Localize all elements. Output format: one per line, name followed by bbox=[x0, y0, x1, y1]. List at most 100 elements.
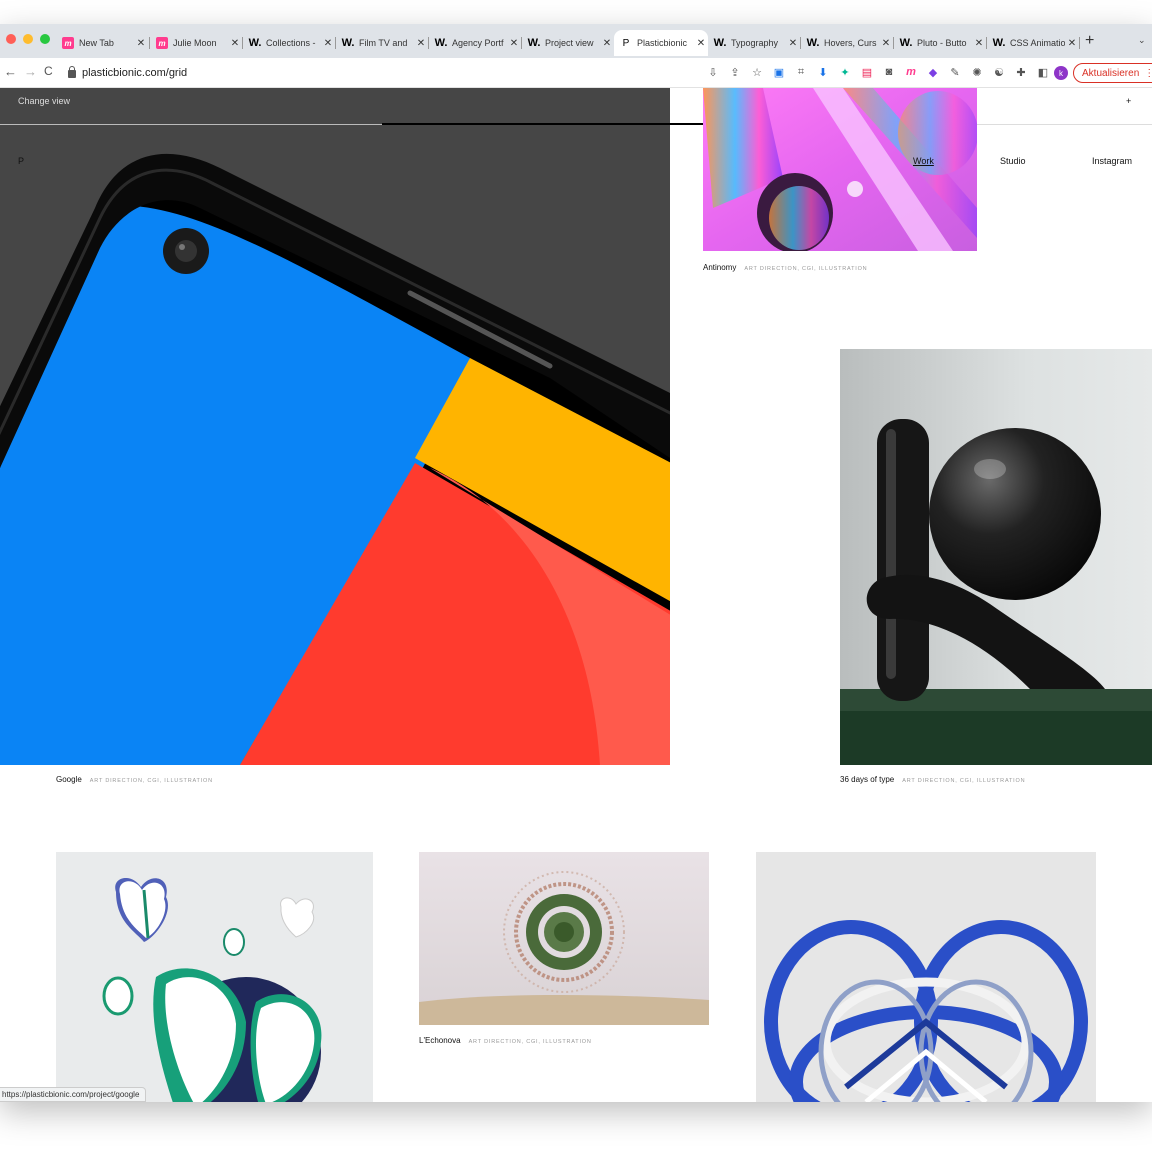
tab-label: Collections - bbox=[266, 38, 316, 48]
tab-search-chevron-icon[interactable]: ⌄ bbox=[1138, 35, 1146, 46]
tab-favicon-icon: W. bbox=[806, 37, 820, 49]
tab-new-tab[interactable]: m New Tab ✕ bbox=[56, 30, 148, 56]
tab-close-icon[interactable]: ✕ bbox=[972, 38, 986, 49]
plus-button[interactable]: + bbox=[1126, 96, 1131, 106]
maximize-window-button[interactable] bbox=[40, 34, 50, 44]
back-arrow-icon[interactable]: ← bbox=[4, 64, 17, 79]
tab-favicon-icon: W. bbox=[341, 37, 355, 49]
lechonova-illustration bbox=[419, 852, 709, 1025]
rings-illustration bbox=[756, 852, 1096, 1102]
browser-window: m New Tab ✕ m Julie Moon ✕ W. Collection… bbox=[0, 24, 1152, 1102]
window-controls bbox=[6, 34, 50, 44]
tab-favicon-icon: W. bbox=[434, 37, 448, 49]
tab-label: Project view bbox=[545, 38, 594, 48]
tab-close-icon[interactable]: ✕ bbox=[507, 38, 521, 49]
calendar-extension-icon[interactable]: ▤ bbox=[860, 65, 874, 79]
share-icon[interactable]: ⇪ bbox=[728, 65, 742, 79]
nav-studio-link[interactable]: Studio bbox=[1000, 156, 1026, 166]
tab-project-view[interactable]: W. Project view ✕ bbox=[522, 30, 614, 56]
tab-close-icon[interactable]: ✕ bbox=[321, 38, 335, 49]
forward-arrow-icon[interactable]: → bbox=[24, 64, 37, 79]
close-window-button[interactable] bbox=[6, 34, 16, 44]
project-image-butterflies[interactable] bbox=[56, 852, 373, 1102]
tab-close-icon[interactable]: ✕ bbox=[228, 38, 242, 49]
tab-label: Agency Portf bbox=[452, 38, 504, 48]
site-logo[interactable]: P bbox=[18, 156, 24, 166]
tab-label: New Tab bbox=[79, 38, 114, 48]
purple-extension-icon[interactable]: ◆ bbox=[926, 65, 940, 79]
project-caption-36-days-of-type[interactable]: 36 days of type ART DIRECTION, CGI, ILLUS… bbox=[840, 775, 1025, 784]
tab-favicon-icon: m bbox=[62, 37, 74, 49]
antinomy-illustration bbox=[703, 88, 977, 251]
tab-close-icon[interactable]: ✕ bbox=[879, 38, 893, 49]
m-extension-icon[interactable]: m bbox=[904, 65, 918, 79]
project-tags: ART DIRECTION, CGI, ILLUSTRATION bbox=[89, 778, 213, 784]
tab-agency-portfolio[interactable]: W. Agency Portf ✕ bbox=[429, 30, 521, 56]
lock-icon bbox=[68, 66, 76, 78]
extensions-puzzle-icon[interactable]: ✚ bbox=[1014, 65, 1028, 79]
project-caption-google[interactable]: Google ART DIRECTION, CGI, ILLUSTRATION bbox=[56, 775, 213, 784]
side-panel-icon[interactable]: ◧ bbox=[1036, 65, 1050, 79]
sculpture-k-illustration bbox=[840, 349, 1152, 765]
eyedropper-extension-icon[interactable]: ✎ bbox=[948, 65, 962, 79]
tab-close-icon[interactable]: ✕ bbox=[414, 38, 428, 49]
tab-collections[interactable]: W. Collections - ✕ bbox=[243, 30, 335, 56]
tab-favicon-icon: W. bbox=[527, 37, 541, 49]
tab-typography[interactable]: W. Typography ✕ bbox=[708, 30, 800, 56]
new-tab-button[interactable]: + bbox=[1085, 32, 1094, 50]
tab-close-icon[interactable]: ✕ bbox=[600, 38, 614, 49]
incognito-extension-icon[interactable]: ☯ bbox=[992, 65, 1006, 79]
browser-toolbar: ← → C plasticbionic.com/grid ⇩ ⇪ ☆ ▣ ⌗ ⬇… bbox=[0, 58, 1152, 88]
reload-icon[interactable]: C bbox=[44, 64, 53, 78]
header-divider bbox=[0, 124, 382, 125]
tab-close-icon[interactable]: ✕ bbox=[1065, 38, 1079, 49]
screen-ruler-extension-icon[interactable]: ⌗ bbox=[794, 65, 808, 79]
link-status-bar: https://plasticbionic.com/project/google bbox=[0, 1087, 147, 1102]
page-viewport: Change view + P Antinomy ART DIRECTION, … bbox=[0, 88, 1152, 1102]
tab-css-animations[interactable]: W. CSS Animatio ✕ bbox=[987, 30, 1079, 56]
screenshot-extension-icon[interactable]: ▣ bbox=[772, 65, 786, 79]
tab-favicon-icon: m bbox=[156, 37, 168, 49]
tab-julie-moon[interactable]: m Julie Moon ✕ bbox=[150, 30, 242, 56]
tab-film-tv[interactable]: W. Film TV and ✕ bbox=[336, 30, 428, 56]
tab-favicon-icon: W. bbox=[992, 37, 1006, 49]
install-app-icon[interactable]: ⇩ bbox=[706, 65, 720, 79]
tab-favicon-icon: P bbox=[622, 37, 630, 49]
tab-close-icon[interactable]: ✕ bbox=[134, 38, 148, 49]
project-image-lechonova[interactable] bbox=[419, 852, 709, 1025]
update-label: Aktualisieren bbox=[1082, 67, 1140, 79]
project-caption-antinomy[interactable]: Antinomy ART DIRECTION, CGI, ILLUSTRATION bbox=[703, 263, 867, 272]
project-image-36-days-of-type[interactable] bbox=[840, 349, 1152, 765]
settings-extension-icon[interactable]: ✺ bbox=[970, 65, 984, 79]
bookmark-star-icon[interactable]: ☆ bbox=[750, 65, 764, 79]
tab-plasticbionic[interactable]: P Plasticbionic ✕ bbox=[614, 30, 708, 56]
paper-butterflies-illustration bbox=[56, 852, 373, 1102]
project-caption-lechonova[interactable]: L'Echonova ART DIRECTION, CGI, ILLUSTRATI… bbox=[419, 1036, 592, 1045]
nav-work-link[interactable]: Work bbox=[913, 156, 934, 166]
nav-instagram-link[interactable]: Instagram bbox=[1092, 156, 1132, 166]
profile-avatar[interactable]: k bbox=[1054, 66, 1068, 80]
tab-strip: m New Tab ✕ m Julie Moon ✕ W. Collection… bbox=[0, 24, 1152, 58]
tab-favicon-icon: W. bbox=[248, 37, 262, 49]
tab-close-icon[interactable]: ✕ bbox=[786, 38, 800, 49]
update-button[interactable]: Aktualisieren ⋮ bbox=[1073, 63, 1152, 83]
address-bar[interactable]: plasticbionic.com/grid bbox=[60, 62, 700, 84]
tab-divider bbox=[1079, 37, 1080, 49]
project-image-google[interactable] bbox=[0, 88, 670, 765]
project-image-rings[interactable] bbox=[756, 852, 1096, 1102]
url-text: plasticbionic.com/grid bbox=[82, 67, 188, 79]
tab-hovers-cursors[interactable]: W. Hovers, Curs ✕ bbox=[801, 30, 893, 56]
tab-favicon-icon: W. bbox=[713, 37, 727, 49]
project-tags: ART DIRECTION, CGI, ILLUSTRATION bbox=[744, 266, 868, 272]
project-image-antinomy[interactable] bbox=[703, 88, 977, 251]
tab-favicon-icon: W. bbox=[899, 37, 913, 49]
camera-extension-icon[interactable]: ◙ bbox=[882, 65, 896, 79]
extension-icons: ⇩ ⇪ ☆ ▣ ⌗ ⬇ ✦ ▤ ◙ m ◆ ✎ ✺ ☯ ✚ ◧ bbox=[706, 65, 1050, 79]
change-view-button[interactable]: Change view bbox=[18, 96, 70, 106]
tab-label: Typography bbox=[731, 38, 779, 48]
download-extension-icon[interactable]: ⬇ bbox=[816, 65, 830, 79]
tab-close-icon[interactable]: ✕ bbox=[694, 38, 708, 49]
minimize-window-button[interactable] bbox=[23, 34, 33, 44]
pin-extension-icon[interactable]: ✦ bbox=[838, 65, 852, 79]
tab-pluto-buttons[interactable]: W. Pluto - Butto ✕ bbox=[894, 30, 986, 56]
